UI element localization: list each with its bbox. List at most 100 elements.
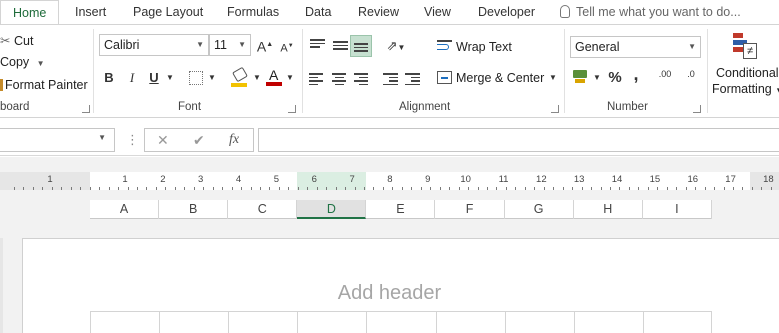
ruler-tick xyxy=(392,187,394,190)
ruler-tick xyxy=(439,187,441,190)
tab-developer[interactable]: Developer xyxy=(478,0,535,24)
merge-center-button[interactable]: Merge & Center xyxy=(456,71,544,85)
ruler-tick xyxy=(212,187,214,190)
font-size-dropdown[interactable]: 11 ▼ xyxy=(209,34,251,56)
number-dialog-launcher-icon[interactable] xyxy=(693,105,701,113)
borders-dropdown-chevron-icon[interactable]: ▼ xyxy=(207,67,217,89)
copy-button[interactable]: Copy ▼ xyxy=(0,55,45,69)
column-header-f[interactable]: F xyxy=(436,200,505,219)
font-color-button[interactable]: A xyxy=(266,67,284,87)
tab-view[interactable]: View xyxy=(424,0,451,24)
name-box[interactable]: ▼ xyxy=(0,128,115,152)
tab-formulas[interactable]: Formulas xyxy=(227,0,279,24)
ruler-tick xyxy=(477,187,479,190)
formula-bar: ▼ ⋮ ✕ ✔ fx xyxy=(0,124,779,156)
fill-color-chevron-icon[interactable]: ▼ xyxy=(252,67,262,89)
align-left-icon[interactable] xyxy=(309,71,323,87)
ruler-tick xyxy=(184,187,186,190)
ruler-number: 12 xyxy=(536,174,547,185)
underline-button[interactable]: U xyxy=(146,67,162,89)
ruler-number: 14 xyxy=(611,174,623,185)
grid-line xyxy=(228,311,230,333)
fill-color-button[interactable] xyxy=(231,66,249,87)
cancel-icon[interactable]: ✕ xyxy=(157,132,169,149)
align-center-icon[interactable] xyxy=(332,71,346,87)
group-divider xyxy=(93,29,94,113)
italic-button[interactable]: I xyxy=(124,67,140,89)
ruler-tick xyxy=(80,187,82,190)
accounting-format-icon[interactable] xyxy=(573,70,589,83)
increase-decimal-button[interactable]: .00 xyxy=(655,69,675,91)
font-name-dropdown[interactable]: Calibri ▼ xyxy=(99,34,209,56)
ruler-tick xyxy=(241,187,243,190)
ruler-tick xyxy=(666,187,668,190)
add-header-placeholder[interactable]: Add header xyxy=(0,282,779,305)
grid-line xyxy=(297,311,299,333)
orientation-icon[interactable]: ⇗▼ xyxy=(383,35,409,57)
formula-bar-handle-icon[interactable]: ⋮ xyxy=(126,132,139,148)
column-header-c[interactable]: C xyxy=(228,200,298,219)
comma-style-button[interactable]: , xyxy=(630,63,642,85)
tab-review[interactable]: Review xyxy=(358,0,399,24)
tell-me-search[interactable]: Tell me what you want to do... xyxy=(560,0,741,24)
tab-insert[interactable]: Insert xyxy=(75,0,106,24)
font-color-chevron-icon[interactable]: ▼ xyxy=(285,67,295,89)
percent-style-button[interactable]: % xyxy=(606,67,624,89)
tab-home[interactable]: Home xyxy=(0,0,60,24)
decrease-decimal-button[interactable]: .0 xyxy=(681,69,701,91)
ribbon-tab-bar: Home Insert Page Layout Formulas Data Re… xyxy=(0,0,779,24)
ruler-number: 13 xyxy=(573,174,585,185)
clipboard-dialog-launcher-icon[interactable] xyxy=(82,105,90,113)
excel-window: Home Insert Page Layout Formulas Data Re… xyxy=(0,0,779,333)
column-header-b[interactable]: B xyxy=(159,200,229,219)
alignment-group-label: Alignment xyxy=(399,101,451,113)
paint-bucket-icon xyxy=(232,66,248,83)
chevron-down-icon: ▼ xyxy=(98,133,106,142)
column-header-a[interactable]: A xyxy=(90,200,160,219)
font-dialog-launcher-icon[interactable] xyxy=(288,105,296,113)
ruler-tick xyxy=(335,187,337,190)
column-header-d[interactable]: D xyxy=(297,200,367,219)
chevron-down-icon: ▼ xyxy=(36,59,45,68)
alignment-dialog-launcher-icon[interactable] xyxy=(551,105,559,113)
accounting-chevron-icon[interactable]: ▼ xyxy=(592,67,602,89)
ruler-tick xyxy=(581,187,583,190)
tab-data[interactable]: Data xyxy=(305,0,331,24)
column-header-h[interactable]: H xyxy=(574,200,643,219)
align-middle-icon[interactable] xyxy=(333,39,348,52)
align-top-icon[interactable] xyxy=(310,37,325,50)
conditional-formatting-label-line1[interactable]: Conditional xyxy=(716,66,779,80)
column-header-e[interactable]: E xyxy=(366,200,436,219)
merge-center-chevron-icon[interactable]: ▼ xyxy=(548,67,558,89)
enter-icon[interactable]: ✔ xyxy=(193,132,205,149)
formula-input[interactable] xyxy=(258,128,779,152)
underline-dropdown-chevron-icon[interactable]: ▼ xyxy=(165,67,175,89)
column-header-g[interactable]: G xyxy=(505,200,574,219)
ruler-tick xyxy=(420,187,422,190)
column-header-i[interactable]: I xyxy=(643,200,712,219)
align-right-icon[interactable] xyxy=(354,71,368,87)
ruler-tick xyxy=(600,187,602,190)
horizontal-ruler: 1 1 2 3 4 5 6 7 8 9 10 11 12 13 14 15 16 17 18 xyxy=(0,172,779,190)
format-painter-button[interactable]: Format Painter xyxy=(0,78,88,92)
ruler-tick xyxy=(250,187,252,190)
shrink-font-button[interactable]: A▼ xyxy=(278,35,296,57)
ruler-tick xyxy=(155,187,157,190)
insert-function-icon[interactable]: fx xyxy=(229,132,239,148)
ruler-tick xyxy=(751,187,753,190)
align-bottom-icon[interactable] xyxy=(350,35,372,57)
grow-font-button[interactable]: A▲ xyxy=(255,34,275,56)
ruler-tick xyxy=(42,187,44,190)
borders-icon[interactable] xyxy=(189,71,203,85)
conditional-formatting-label-line2[interactable]: Formatting ▼ xyxy=(712,82,779,96)
number-format-dropdown[interactable]: General ▼ xyxy=(570,36,701,58)
increase-decimal-icon: .00 xyxy=(658,69,672,79)
tab-page-layout[interactable]: Page Layout xyxy=(133,0,203,24)
cut-button[interactable]: ✂ Cut xyxy=(0,33,33,48)
ruler-number: 1 xyxy=(47,174,53,185)
increase-indent-icon[interactable] xyxy=(405,71,420,87)
bold-button[interactable]: B xyxy=(101,67,117,89)
ruler-number: 6 xyxy=(311,174,317,185)
wrap-text-button[interactable]: Wrap Text xyxy=(456,40,512,54)
decrease-indent-icon[interactable] xyxy=(383,71,398,87)
